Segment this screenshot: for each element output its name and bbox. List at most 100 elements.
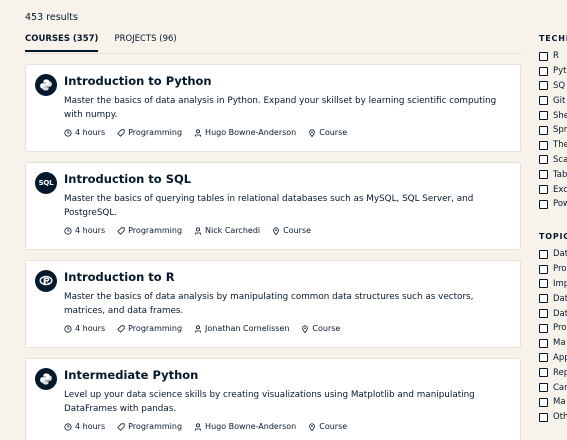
tag-icon	[117, 226, 125, 235]
checkbox[interactable]	[539, 111, 548, 121]
checkbox[interactable]	[539, 383, 548, 393]
results-count: 453 results	[25, 12, 78, 23]
course-card[interactable]: SQL Introduction to SQL Master the basic…	[25, 162, 521, 250]
tag-icon	[117, 128, 125, 137]
course-card[interactable]: Intermediate Python Level up your data s…	[25, 358, 521, 440]
topic-filter-group: TOPIC Dat Pro Imp Dat Dat Pro Ma App Rep…	[539, 232, 567, 425]
topic-filter-list: Dat Pro Imp Dat Dat Pro Ma App Rep Car M…	[539, 247, 567, 425]
filter-sidebar: TECHI R Pyt SQ Git She Spr The Sca Tab E…	[539, 34, 567, 422]
technology-filter-item[interactable]: SQ	[539, 79, 567, 94]
topic-filter-item[interactable]: Dat	[539, 306, 567, 321]
tab-courses[interactable]: COURSES (357)	[25, 34, 99, 52]
checkbox[interactable]	[539, 264, 548, 274]
topic-filter-item[interactable]: Oth	[539, 410, 567, 425]
tabs-divider	[25, 53, 521, 54]
course-instructor: Nick Carchedi	[205, 226, 261, 235]
technology-filter-item[interactable]: Pow	[539, 197, 567, 212]
tag-icon	[117, 324, 125, 333]
course-meta: 4 hours Programming Hugo Bowne-Anderson …	[64, 422, 347, 431]
technology-filter-item[interactable]: The	[539, 138, 567, 153]
sql-icon: SQL	[35, 172, 57, 194]
course-type: Course	[312, 324, 341, 333]
checkbox[interactable]	[539, 199, 548, 209]
course-duration: 4 hours	[75, 128, 106, 137]
course-meta: 4 hours Programming Jonathan Cornelissen…	[64, 324, 340, 333]
topic-filter-item[interactable]: Dat	[539, 291, 567, 306]
user-icon	[195, 324, 201, 333]
content-tabs: COURSES (357) PROJECTS (96)	[25, 34, 177, 52]
topic-filter-item[interactable]: App	[539, 351, 567, 366]
checkbox[interactable]	[539, 170, 548, 180]
course-description: Master the basics of querying tables in …	[64, 194, 474, 218]
checkbox[interactable]	[539, 294, 548, 304]
course-duration: 4 hours	[75, 324, 106, 333]
course-category: Programming	[128, 128, 183, 137]
checkbox[interactable]	[539, 51, 548, 61]
checkbox[interactable]	[539, 309, 548, 319]
course-type: Course	[319, 422, 348, 431]
course-duration: 4 hours	[75, 422, 106, 431]
checkbox[interactable]	[539, 185, 548, 195]
clock-icon	[64, 422, 72, 431]
topic-filter-item[interactable]: Pro	[539, 321, 567, 336]
topic-filter-item[interactable]: Rep	[539, 365, 567, 380]
checkbox[interactable]	[539, 140, 548, 150]
user-icon	[195, 422, 201, 431]
technology-filter-item[interactable]: Sca	[539, 153, 567, 168]
course-card[interactable]: Introduction to Python Master the basics…	[25, 64, 521, 152]
course-instructor: Hugo Bowne-Anderson	[205, 128, 297, 137]
checkbox[interactable]	[539, 353, 548, 363]
tag-icon	[117, 422, 125, 431]
topic-filter-item[interactable]: Pro	[539, 262, 567, 277]
clock-icon	[64, 324, 72, 333]
course-title[interactable]: Intermediate Python	[64, 368, 198, 382]
checkbox[interactable]	[539, 412, 548, 422]
course-title[interactable]: Introduction to SQL	[64, 172, 191, 186]
technology-filter-item[interactable]: She	[539, 108, 567, 123]
technology-filter-item[interactable]: Git	[539, 93, 567, 108]
course-instructor: Jonathan Cornelissen	[205, 324, 290, 333]
technology-filter-item[interactable]: Pyt	[539, 64, 567, 79]
checkbox[interactable]	[539, 81, 548, 91]
technology-filter-heading: TECHI	[539, 34, 567, 43]
checkbox[interactable]	[539, 368, 548, 378]
location-pin-icon	[302, 324, 309, 333]
course-title[interactable]: Introduction to R	[64, 270, 175, 284]
technology-filter-item[interactable]: R	[539, 49, 567, 64]
checkbox[interactable]	[539, 249, 548, 259]
topic-filter-item[interactable]: Dat	[539, 247, 567, 262]
course-description: Level up your data science skills by cre…	[64, 390, 475, 414]
technology-filter-item[interactable]: Tab	[539, 167, 567, 182]
course-meta: 4 hours Programming Nick Carchedi Course	[64, 226, 311, 235]
topic-filter-item[interactable]: Imp	[539, 277, 567, 292]
python-icon	[35, 74, 57, 96]
location-pin-icon	[309, 128, 316, 137]
technology-filter-item[interactable]: Spr	[539, 123, 567, 138]
checkbox[interactable]	[539, 338, 548, 348]
technology-filter-list: R Pyt SQ Git She Spr The Sca Tab Exc Pow	[539, 49, 567, 212]
topic-filter-item[interactable]: Ma	[539, 395, 567, 410]
tab-projects[interactable]: PROJECTS (96)	[114, 34, 176, 52]
technology-filter-item[interactable]: Exc	[539, 182, 567, 197]
r-icon	[35, 270, 57, 292]
course-type: Course	[283, 226, 312, 235]
course-category: Programming	[128, 226, 183, 235]
course-title[interactable]: Introduction to Python	[64, 74, 212, 88]
topic-filter-item[interactable]: Ma	[539, 336, 567, 351]
checkbox[interactable]	[539, 279, 548, 289]
checkbox[interactable]	[539, 323, 548, 333]
checkbox[interactable]	[539, 66, 548, 76]
checkbox[interactable]	[539, 96, 548, 106]
clock-icon	[64, 128, 72, 137]
course-list: Introduction to Python Master the basics…	[25, 64, 521, 440]
topic-filter-item[interactable]: Car	[539, 380, 567, 395]
checkbox[interactable]	[539, 397, 548, 407]
course-meta: 4 hours Programming Hugo Bowne-Anderson …	[64, 128, 347, 137]
checkbox[interactable]	[539, 155, 548, 165]
location-pin-icon	[309, 422, 316, 431]
course-category: Programming	[128, 422, 183, 431]
course-card[interactable]: Introduction to R Master the basics of d…	[25, 260, 521, 348]
course-instructor: Hugo Bowne-Anderson	[205, 422, 297, 431]
checkbox[interactable]	[539, 125, 548, 135]
course-duration: 4 hours	[75, 226, 106, 235]
